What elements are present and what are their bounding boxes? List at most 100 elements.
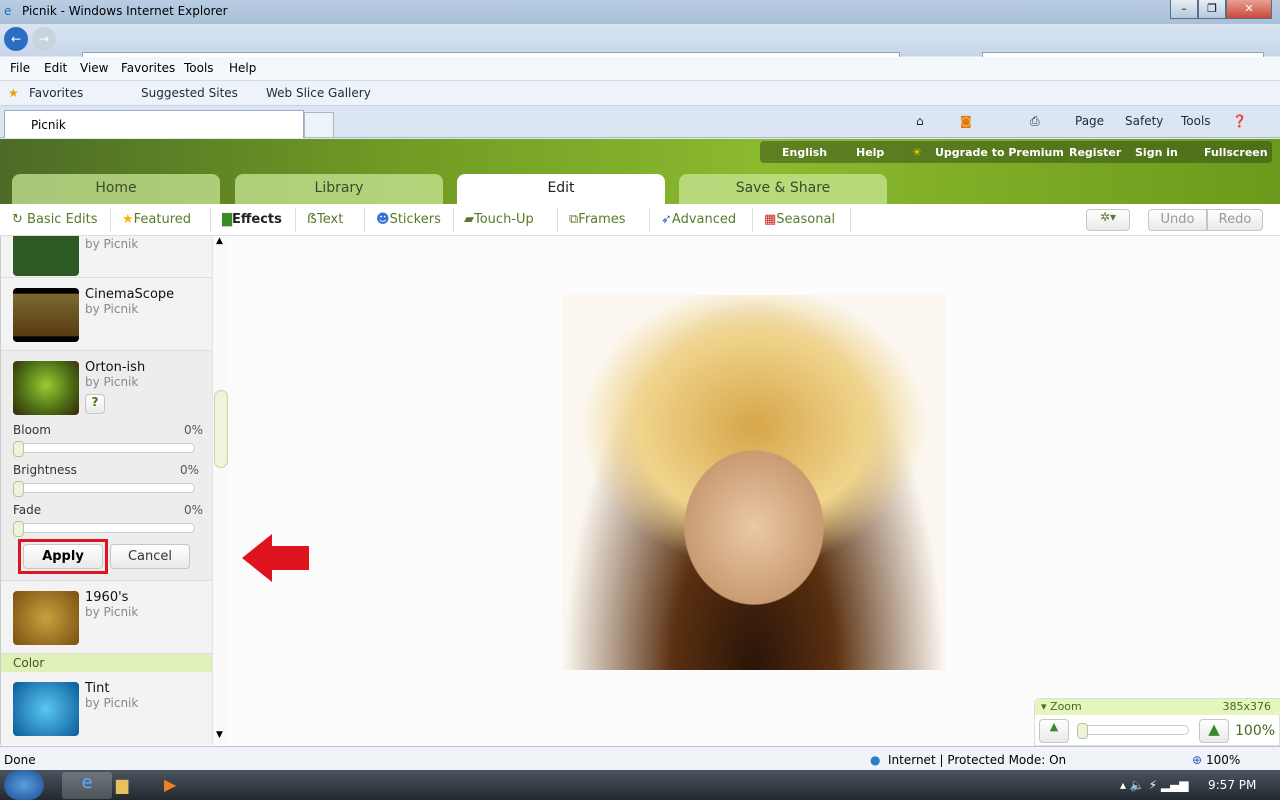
zoom-slider[interactable] xyxy=(1077,723,1189,739)
brightness-value: 0% xyxy=(179,463,199,477)
fade-value: 0% xyxy=(183,503,203,517)
signin-link[interactable]: Sign in xyxy=(1135,146,1178,159)
fullscreen-link[interactable]: Fullscreen xyxy=(1204,146,1268,159)
tray-icons[interactable]: ▴ 🔈 ⚡ ▂▄▆ xyxy=(1120,778,1189,792)
safety-menu[interactable]: Safety xyxy=(1125,114,1163,128)
redo-button[interactable]: Redo xyxy=(1207,209,1263,231)
effect-item[interactable]: by Picnik xyxy=(1,236,212,278)
subtab-basic-edits[interactable]: ↻ Basic Edits xyxy=(10,212,98,227)
window-title: Picnik - Windows Internet Explorer xyxy=(22,4,228,18)
status-bar: Done ● Internet | Protected Mode: On ⊕ 1… xyxy=(0,746,1280,770)
slider-handle[interactable] xyxy=(13,441,24,457)
bloom-slider[interactable] xyxy=(13,441,195,457)
taskbar-ie[interactable]: e xyxy=(62,772,112,799)
maximize-button[interactable]: ❐ xyxy=(1198,0,1226,19)
effect-help-button[interactable]: ? xyxy=(85,394,105,414)
start-button[interactable] xyxy=(4,770,44,800)
forward-button[interactable]: → xyxy=(32,27,56,51)
subtab-featured[interactable]: ★Featured xyxy=(120,212,191,227)
subtab-frames[interactable]: ⧉Frames xyxy=(567,212,626,227)
tab-edit[interactable]: Edit xyxy=(457,174,665,204)
picnik-header: English Help ☀ Upgrade to Premium Regist… xyxy=(0,139,1280,204)
fade-slider[interactable] xyxy=(13,521,195,537)
effects-scrollbar[interactable]: ▲ ▼ xyxy=(212,236,228,745)
tab-save-share[interactable]: Save & Share xyxy=(679,174,887,204)
new-tab-button[interactable] xyxy=(304,112,334,138)
zoom-out-button[interactable]: ▲ xyxy=(1039,719,1069,743)
help-icon[interactable]: ❓ xyxy=(1232,114,1247,128)
tab-library[interactable]: Library xyxy=(235,174,443,204)
status-text: Done xyxy=(4,753,36,767)
star-icon: ★ xyxy=(8,86,19,100)
taskbar-media-player[interactable]: ▶ xyxy=(164,775,176,794)
cancel-button[interactable]: Cancel xyxy=(110,544,190,569)
subtab-stickers[interactable]: ☻Stickers xyxy=(374,212,441,227)
favorites-button[interactable]: Favorites xyxy=(29,86,83,100)
scroll-up-icon[interactable]: ▲ xyxy=(216,236,223,246)
back-button[interactable]: ← xyxy=(4,27,28,51)
effect-item-cinemascope[interactable]: CinemaScope by Picnik xyxy=(1,278,212,351)
slider-handle[interactable] xyxy=(1077,723,1088,739)
browser-zoom[interactable]: 100% xyxy=(1206,753,1240,767)
home-icon[interactable]: ⌂ xyxy=(916,114,924,128)
edited-photo[interactable] xyxy=(562,295,946,670)
effect-name: CinemaScope xyxy=(85,287,175,302)
register-link[interactable]: Register xyxy=(1069,146,1121,159)
menu-file[interactable]: File xyxy=(10,61,30,75)
scroll-down-icon[interactable]: ▼ xyxy=(216,730,223,740)
sub-navigation: ↻ Basic Edits ★Featured ▇Effects ẞText ☻… xyxy=(0,204,1280,236)
scrollbar-thumb[interactable] xyxy=(214,390,228,468)
upgrade-link[interactable]: Upgrade to Premium xyxy=(935,146,1064,159)
slider-handle[interactable] xyxy=(13,521,24,537)
help-link[interactable]: Help xyxy=(856,146,884,159)
menu-favorites[interactable]: Favorites xyxy=(121,61,175,75)
taskbar: e ▆ ▶ ▴ 🔈 ⚡ ▂▄▆ 9:57 PM xyxy=(0,770,1280,800)
tab-row: Picnik ⌂ ◙ ⎙ Page Safety Tools ❓ xyxy=(0,106,1280,138)
subtab-effects[interactable]: ▇Effects xyxy=(220,212,282,227)
brightness-slider[interactable] xyxy=(13,481,195,497)
tab-label: Edit xyxy=(547,180,575,196)
subtab-text[interactable]: ẞText xyxy=(305,212,343,227)
image-dimensions: 385x376 xyxy=(1222,700,1271,713)
page-menu[interactable]: Page xyxy=(1075,114,1104,128)
menu-view[interactable]: View xyxy=(80,61,108,75)
zoom-in-button[interactable]: ▲ xyxy=(1199,719,1229,743)
rss-icon[interactable]: ◙ xyxy=(960,114,972,128)
subtab-seasonal[interactable]: ▦Seasonal xyxy=(762,212,835,227)
settings-gear-button[interactable]: ✲▾ xyxy=(1086,209,1130,231)
clock[interactable]: 9:57 PM xyxy=(1208,778,1256,792)
zoom-toggle[interactable]: ▾ Zoom xyxy=(1041,700,1082,713)
subtab-touch-up[interactable]: ▰Touch-Up xyxy=(462,212,534,227)
effect-author: by Picnik xyxy=(85,375,139,389)
undo-button[interactable]: Undo xyxy=(1148,209,1207,231)
menu-edit[interactable]: Edit xyxy=(44,61,67,75)
section-color-header: Color xyxy=(1,654,212,672)
picnik-app: English Help ☀ Upgrade to Premium Regist… xyxy=(0,139,1280,746)
browser-tab-picnik[interactable]: Picnik xyxy=(4,110,304,138)
print-icon[interactable]: ⎙ xyxy=(1030,114,1040,129)
tab-home[interactable]: Home xyxy=(12,174,220,204)
slider-handle[interactable] xyxy=(13,481,24,497)
menu-help[interactable]: Help xyxy=(229,61,256,75)
effect-item-orton-ish[interactable]: Orton-ish by Picnik ? Bloom 0% Brightnes… xyxy=(1,351,212,581)
close-button[interactable]: ✕ xyxy=(1226,0,1272,19)
subtab-advanced[interactable]: ➶Advanced xyxy=(659,212,736,227)
suggested-sites[interactable]: Suggested Sites xyxy=(141,86,238,100)
effect-thumbnail xyxy=(13,591,79,645)
minimize-button[interactable]: – xyxy=(1170,0,1198,19)
effect-item-1960s[interactable]: 1960's by Picnik xyxy=(1,581,212,654)
effect-name: Tint xyxy=(85,681,110,696)
tab-label: Home xyxy=(95,180,137,196)
ie-icon: e xyxy=(4,4,12,18)
security-zone[interactable]: Internet | Protected Mode: On xyxy=(888,753,1066,767)
tab-label: Library xyxy=(314,180,364,196)
menu-tools[interactable]: Tools xyxy=(184,61,214,75)
apply-button[interactable]: Apply xyxy=(23,544,103,569)
language-link[interactable]: English xyxy=(782,146,827,159)
zoom-icon: ⊕ xyxy=(1192,753,1203,767)
effect-item-tint[interactable]: Tint by Picnik xyxy=(1,672,212,745)
taskbar-explorer[interactable]: ▆ xyxy=(116,775,128,794)
tools-menu[interactable]: Tools xyxy=(1181,114,1211,128)
sun-icon: ☀ xyxy=(912,146,922,159)
web-slice-gallery[interactable]: Web Slice Gallery xyxy=(266,86,371,100)
